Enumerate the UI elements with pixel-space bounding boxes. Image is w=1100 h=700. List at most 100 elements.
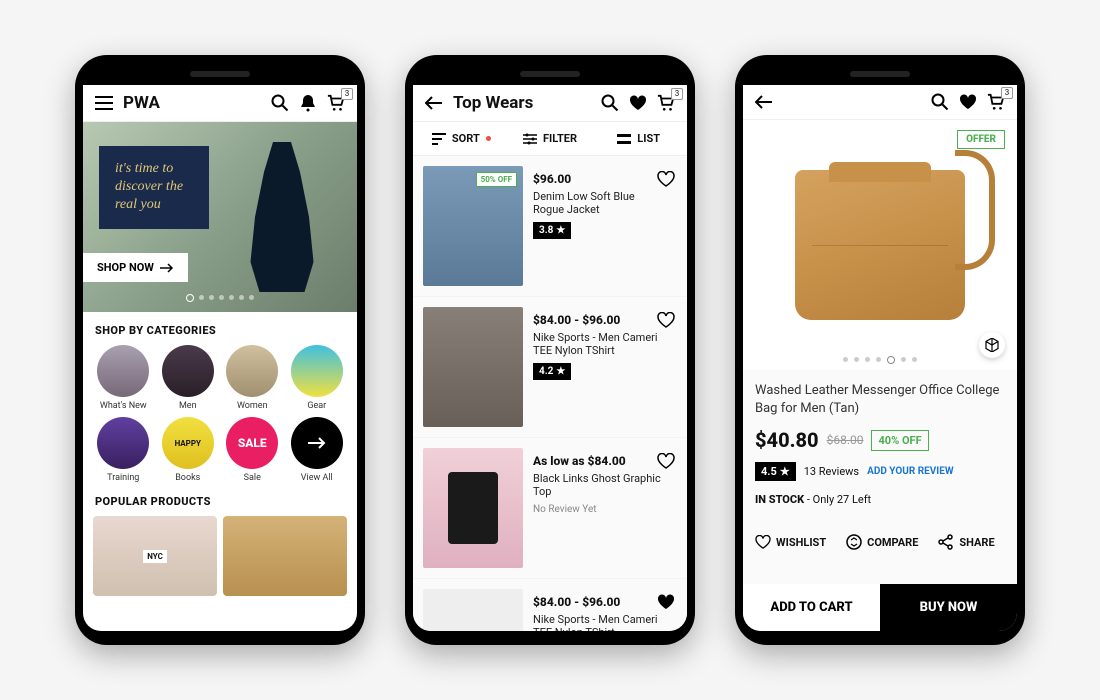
- original-price: $68.00: [827, 433, 864, 447]
- cart-icon[interactable]: 3: [657, 94, 675, 112]
- product-name: Nike Sports - Men Cameri TEE Nylon TShir…: [533, 331, 667, 357]
- price: As low as $84.00: [533, 454, 667, 468]
- cart-icon[interactable]: 3: [987, 93, 1005, 111]
- add-review-link[interactable]: ADD YOUR REVIEW: [867, 466, 954, 477]
- hero-banner[interactable]: it's time to discover the real you SHOP …: [83, 122, 357, 312]
- sort-active-indicator: [486, 136, 491, 141]
- share-icon: [938, 534, 954, 550]
- popular-product-1[interactable]: NYC: [93, 516, 217, 596]
- discount-badge: 40% OFF: [871, 430, 928, 451]
- wishlist-button[interactable]: WISHLIST: [755, 534, 826, 550]
- stock-status: IN STOCK - Only 27 Left: [755, 493, 1005, 506]
- star-icon: ★: [780, 465, 790, 478]
- price: $84.00 - $96.00: [533, 595, 667, 609]
- search-icon[interactable]: [601, 94, 619, 112]
- app-title: PWA: [123, 93, 261, 113]
- phone-detail: 3 OFFER Washed Leather Messenger Office …: [735, 55, 1025, 645]
- 3d-view-icon[interactable]: [979, 332, 1005, 358]
- arrow-right-icon: [160, 263, 174, 273]
- review-count[interactable]: 13 Reviews: [804, 465, 859, 478]
- buy-now-button[interactable]: BUY NOW: [880, 584, 1017, 631]
- popular-product-2[interactable]: [223, 516, 347, 596]
- cart-count: 3: [671, 88, 683, 100]
- hero-pagination[interactable]: [186, 295, 254, 302]
- share-button[interactable]: SHARE: [938, 534, 994, 550]
- product-item[interactable]: 50% OFF $96.00 Denim Low Soft Blue Rogue…: [413, 156, 687, 297]
- rating-badge: 4.2★: [533, 363, 571, 380]
- hero-tagline: it's time to discover the real you: [99, 146, 209, 229]
- list-toolbar: SORT FILTER LIST: [413, 122, 687, 156]
- phone-listing: Top Wears 3 SORT FILTER: [405, 55, 695, 645]
- category-women[interactable]: Women: [222, 345, 283, 411]
- heart-icon[interactable]: [629, 94, 647, 112]
- product-item[interactable]: $84.00 - $96.00 Nike Sports - Men Cameri…: [413, 297, 687, 438]
- shop-now-label: SHOP NOW: [97, 261, 154, 274]
- bell-icon[interactable]: [299, 94, 317, 112]
- category-view-all[interactable]: View All: [287, 417, 348, 483]
- product-image-area[interactable]: OFFER: [743, 120, 1017, 370]
- product-image: [795, 170, 965, 320]
- rating-badge: 3.8★: [533, 222, 571, 239]
- list-label: LIST: [637, 132, 660, 145]
- product-title: Washed Leather Messenger Office College …: [755, 382, 1005, 418]
- category-books[interactable]: HAPPYBooks: [158, 417, 219, 483]
- category-grid: What's New Men Women Gear Training HAPPY…: [83, 345, 357, 483]
- sort-label: SORT: [452, 132, 480, 145]
- sort-icon: [432, 133, 446, 145]
- price: $40.80: [755, 428, 819, 452]
- filter-button[interactable]: FILTER: [506, 132, 595, 145]
- page-title: Top Wears: [453, 93, 591, 113]
- category-men[interactable]: Men: [158, 345, 219, 411]
- product-list: 50% OFF $96.00 Denim Low Soft Blue Rogue…: [413, 156, 687, 631]
- add-to-cart-button[interactable]: ADD TO CART: [743, 584, 880, 631]
- popular-products-row: NYC: [83, 516, 357, 596]
- product-name: Nike Sports - Men Cameri TEE Nylon TShir…: [533, 613, 667, 631]
- cart-count: 3: [1001, 87, 1013, 99]
- product-name: Black Links Ghost Graphic Top: [533, 472, 667, 498]
- hero-figure: [237, 142, 327, 292]
- phone-home: PWA 3 it's time to discover the real you…: [75, 55, 365, 645]
- menu-icon[interactable]: [95, 94, 113, 112]
- header: 3: [743, 85, 1017, 120]
- header: Top Wears 3: [413, 85, 687, 122]
- list-view-button[interactable]: LIST: [594, 132, 683, 145]
- star-icon: ★: [556, 225, 565, 236]
- heart-outline-icon[interactable]: [657, 170, 675, 188]
- filter-label: FILTER: [543, 132, 577, 145]
- heart-icon[interactable]: [657, 593, 675, 611]
- category-sale[interactable]: SALESale: [222, 417, 283, 483]
- heart-outline-icon[interactable]: [657, 452, 675, 470]
- cart-count: 3: [341, 88, 353, 100]
- no-review-label: No Review Yet: [533, 504, 667, 515]
- image-pagination[interactable]: [843, 357, 917, 364]
- category-whats-new[interactable]: What's New: [93, 345, 154, 411]
- heart-icon[interactable]: [959, 93, 977, 111]
- offer-badge: OFFER: [957, 130, 1005, 149]
- rating-badge: 4.5★: [755, 462, 796, 481]
- header: PWA 3: [83, 85, 357, 122]
- screen-detail: 3 OFFER Washed Leather Messenger Office …: [743, 85, 1017, 631]
- search-icon[interactable]: [931, 93, 949, 111]
- price: $84.00 - $96.00: [533, 313, 667, 327]
- sort-button[interactable]: SORT: [417, 132, 506, 145]
- list-icon: [617, 134, 631, 144]
- buy-bar: ADD TO CART BUY NOW: [743, 584, 1017, 631]
- back-icon[interactable]: [755, 93, 773, 111]
- categories-title: SHOP BY CATEGORIES: [83, 312, 357, 345]
- product-name: Denim Low Soft Blue Rogue Jacket: [533, 190, 667, 216]
- compare-icon: [846, 534, 862, 550]
- category-training[interactable]: Training: [93, 417, 154, 483]
- compare-button[interactable]: COMPARE: [846, 534, 918, 550]
- search-icon[interactable]: [271, 94, 289, 112]
- heart-outline-icon[interactable]: [657, 311, 675, 329]
- arrow-right-icon: [291, 417, 343, 469]
- shop-now-button[interactable]: SHOP NOW: [83, 253, 188, 282]
- star-icon: ★: [556, 366, 565, 377]
- discount-badge: 50% OFF: [476, 172, 517, 187]
- back-icon[interactable]: [425, 94, 443, 112]
- product-item[interactable]: As low as $84.00 Black Links Ghost Graph…: [413, 438, 687, 579]
- category-gear[interactable]: Gear: [287, 345, 348, 411]
- cart-icon[interactable]: 3: [327, 94, 345, 112]
- screen-home: PWA 3 it's time to discover the real you…: [83, 85, 357, 631]
- product-item[interactable]: $84.00 - $96.00 Nike Sports - Men Cameri…: [413, 579, 687, 631]
